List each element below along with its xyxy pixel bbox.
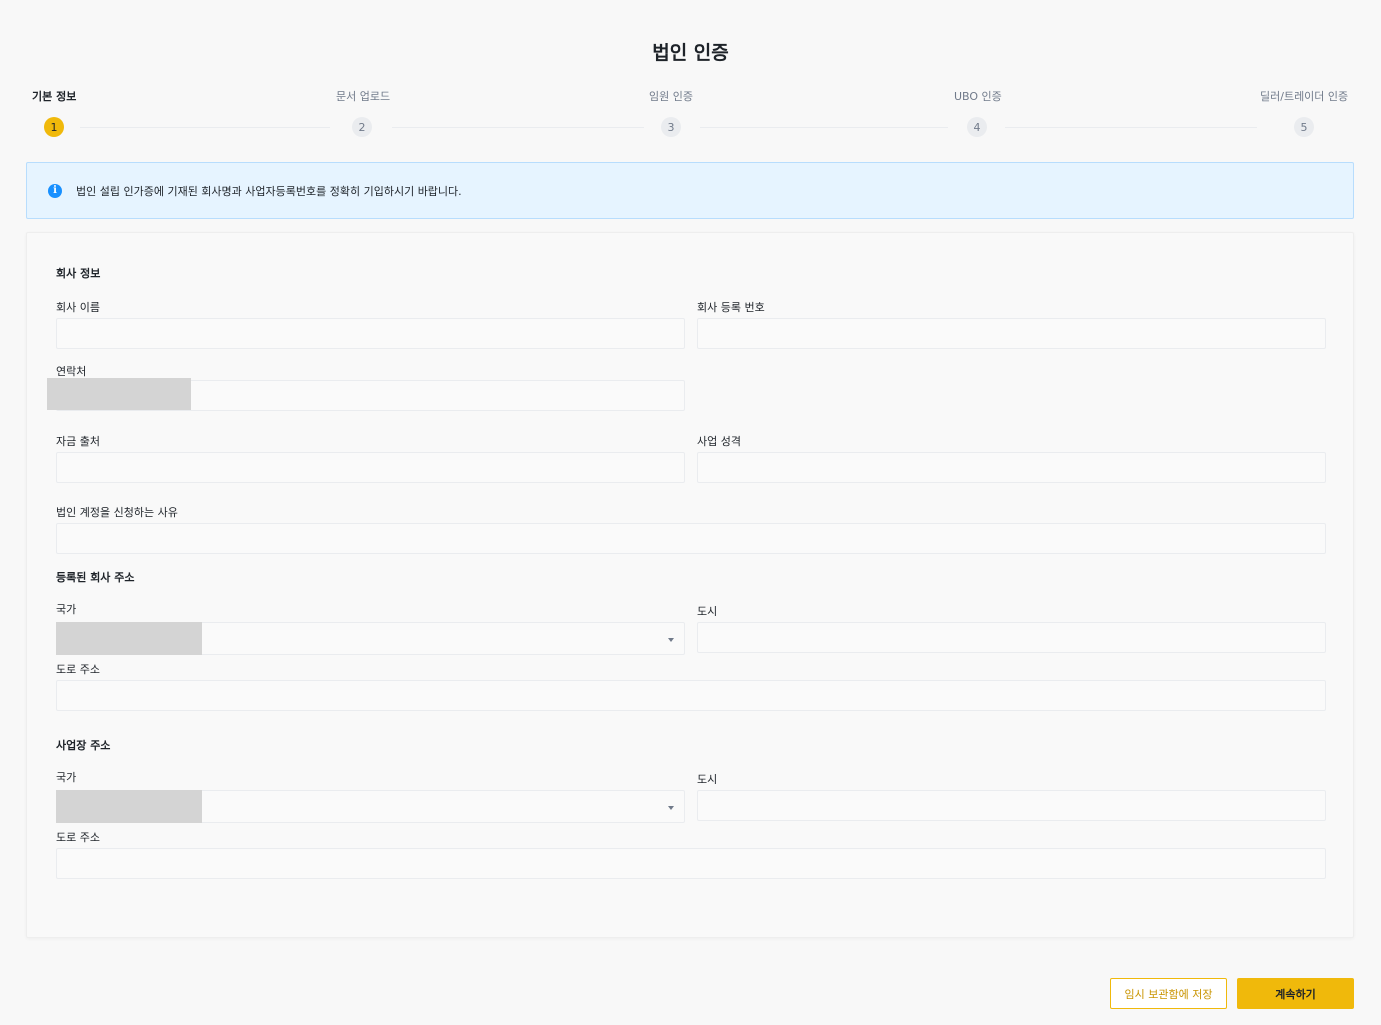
step-5-label: 딜러/트레이더 인증 (1260, 90, 1349, 103)
source-of-funds-label: 자금 출처 (56, 435, 100, 448)
info-banner-text: 법인 설립 인가증에 기재된 회사명과 사업자등록번호를 정확히 기입하시기 바… (76, 184, 462, 198)
section-title-company-info: 회사 정보 (56, 267, 101, 280)
save-draft-button[interactable]: 임시 보관함에 저장 (1110, 978, 1227, 1009)
step-3-label: 임원 인증 (649, 90, 693, 103)
business-city-input[interactable] (697, 790, 1326, 821)
registered-street-input[interactable] (56, 680, 1326, 711)
step-5-indicator: 5 (1294, 117, 1314, 137)
step-connector (80, 127, 330, 128)
registration-number-label: 회사 등록 번호 (697, 301, 765, 314)
step-1-label: 기본 정보 (32, 90, 77, 103)
info-banner: i 법인 설립 인가증에 기재된 회사명과 사업자등록번호를 정확히 기입하시기… (26, 162, 1354, 219)
info-icon: i (48, 183, 62, 198)
business-country-label: 국가 (56, 771, 77, 784)
registered-city-label: 도시 (697, 605, 718, 618)
reason-label: 법인 계정을 신청하는 사유 (56, 506, 178, 519)
business-street-input[interactable] (56, 848, 1326, 879)
company-name-input[interactable] (56, 318, 685, 349)
business-street-label: 도로 주소 (56, 831, 100, 844)
registered-country-label: 국가 (56, 603, 77, 616)
step-3-indicator: 3 (661, 117, 681, 137)
step-connector (700, 127, 948, 128)
source-of-funds-input[interactable] (56, 452, 685, 483)
redacted-registered-country[interactable] (56, 622, 202, 655)
business-nature-label: 사업 성격 (697, 435, 741, 448)
company-info-form: 회사 정보 회사 이름 회사 등록 번호 연락처 자금 출처 사업 성격 법인 … (26, 232, 1354, 938)
contact-label: 연락처 (56, 365, 87, 378)
continue-button[interactable]: 계속하기 (1237, 978, 1354, 1009)
step-connector (1005, 127, 1257, 128)
reason-input[interactable] (56, 523, 1326, 554)
chevron-down-icon (668, 638, 674, 642)
business-city-label: 도시 (697, 773, 718, 786)
step-2-indicator: 2 (352, 117, 372, 137)
chevron-down-icon (668, 806, 674, 810)
section-title-registered-address: 등록된 회사 주소 (56, 571, 135, 584)
registered-city-input[interactable] (697, 622, 1326, 653)
redacted-phone-prefix[interactable] (47, 378, 191, 410)
step-4-label: UBO 인증 (954, 90, 1002, 103)
registration-number-input[interactable] (697, 318, 1326, 349)
company-name-label: 회사 이름 (56, 301, 100, 314)
step-connector (392, 127, 644, 128)
registered-street-label: 도로 주소 (56, 663, 100, 676)
step-1-indicator: 1 (44, 117, 64, 137)
step-4-indicator: 4 (967, 117, 987, 137)
progress-stepper: 기본 정보 문서 업로드 임원 인증 UBO 인증 딜러/트레이더 인증 1 2… (0, 0, 1381, 150)
section-title-business-address: 사업장 주소 (56, 739, 111, 752)
business-nature-input[interactable] (697, 452, 1326, 483)
step-2-label: 문서 업로드 (336, 90, 391, 103)
redacted-business-country[interactable] (56, 790, 202, 823)
